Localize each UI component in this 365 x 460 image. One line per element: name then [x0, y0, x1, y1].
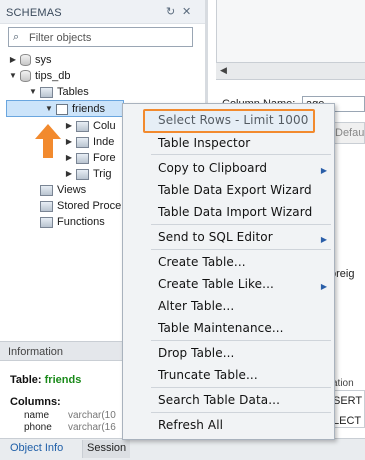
tree-label-sys: sys [35, 54, 52, 66]
menu-item-copy-to-clipboard[interactable]: Copy to Clipboard [158, 161, 267, 175]
table-icon [56, 103, 68, 115]
tab-session[interactable]: Session [82, 440, 131, 458]
menu-separator [151, 224, 331, 225]
menu-item-create-table-like[interactable]: Create Table Like... [158, 277, 274, 291]
schemas-title: SCHEMAS [6, 7, 62, 19]
triggers-folder-icon [76, 168, 89, 180]
grid-row-insert[interactable]: SERT [333, 395, 362, 407]
context-menu: Select Rows - Limit 1000 Table Inspector… [122, 103, 335, 440]
expand-icon[interactable]: ▶ [64, 150, 74, 166]
tree-item-foreign-keys[interactable]: ▶ Fore [64, 150, 116, 166]
info-column-type: varchar(16 [68, 422, 116, 433]
menu-item-table-inspector[interactable]: Table Inspector [158, 136, 250, 150]
select-rows-highlight-box [143, 109, 315, 133]
default-field[interactable]: Defau [330, 122, 365, 144]
indexes-folder-icon [76, 136, 89, 148]
tree-item-sys[interactable]: ▶ sys [8, 52, 52, 68]
tree-label-tips-db: tips_db [35, 70, 71, 82]
info-column-name: phone [24, 422, 52, 433]
functions-folder-icon [40, 216, 53, 228]
database-icon [20, 54, 31, 67]
menu-item-search-table-data[interactable]: Search Table Data... [158, 393, 280, 407]
info-column-type: varchar(10 [68, 410, 116, 421]
expand-icon[interactable]: ▶ [64, 118, 74, 134]
tree-label-triggers: Trig [93, 168, 112, 180]
filter-objects-input[interactable] [29, 30, 189, 45]
info-columns-label: Columns: [10, 396, 61, 408]
refresh-schemas-icon[interactable]: ↻ [166, 5, 175, 18]
collapse-icon[interactable]: ▼ [8, 68, 18, 84]
tree-label-views: Views [57, 184, 87, 196]
orange-up-arrow-icon [35, 124, 61, 158]
menu-item-refresh-all[interactable]: Refresh All [158, 418, 223, 432]
tree-item-tables[interactable]: ▼ Tables [28, 84, 89, 100]
tree-item-friends[interactable]: ▼ friends [44, 101, 105, 117]
database-icon [20, 70, 31, 83]
expand-icon[interactable]: ▶ [64, 166, 74, 182]
menu-separator [151, 387, 331, 388]
menu-separator [151, 249, 331, 250]
menu-item-alter-table[interactable]: Alter Table... [158, 299, 234, 313]
foreign-keys-folder-icon [76, 152, 89, 164]
tree-label-columns: Colu [93, 120, 116, 132]
views-folder-icon [40, 184, 53, 196]
menu-separator [151, 412, 331, 413]
tree-item-indexes[interactable]: ▶ Inde [64, 134, 115, 150]
grid-row-select[interactable]: LECT [333, 415, 361, 427]
tree-item-stored-procedures[interactable]: Stored Proce [38, 198, 121, 214]
schemas-header: SCHEMAS ↻ ✕ [0, 0, 205, 24]
menu-item-drop-table[interactable]: Drop Table... [158, 346, 234, 360]
filter-objects-field[interactable]: ⌕ [8, 27, 193, 47]
submenu-arrow-icon: ▶ [320, 235, 327, 244]
menu-item-import-wizard[interactable]: Table Data Import Wizard [158, 205, 312, 219]
tab-object-info[interactable]: Object Info [10, 442, 63, 454]
submenu-arrow-icon: ▶ [320, 166, 327, 175]
expand-icon[interactable]: ▶ [8, 52, 18, 68]
menu-item-send-to-sql-editor[interactable]: Send to SQL Editor [158, 230, 273, 244]
info-table-line: Table: friends [10, 374, 81, 386]
horizontal-scrollbar[interactable]: ◀ [216, 62, 365, 79]
expand-icon[interactable]: ▶ [64, 134, 74, 150]
tables-folder-icon [40, 86, 53, 98]
menu-separator [151, 154, 331, 155]
tree-item-columns[interactable]: ▶ Colu [64, 118, 116, 134]
info-table-name: friends [44, 374, 82, 386]
info-column-name: name [24, 410, 50, 421]
tree-item-tips-db[interactable]: ▼ tips_db [8, 68, 70, 84]
tree-label-foreign-keys: Fore [93, 152, 116, 164]
procedures-folder-icon [40, 200, 53, 212]
submenu-arrow-icon: ▶ [320, 282, 327, 291]
collapse-panel-icon[interactable]: ✕ [182, 5, 191, 18]
tree-label-indexes: Inde [93, 136, 115, 148]
scroll-left-icon[interactable]: ◀ [220, 65, 227, 76]
tree-label-tables: Tables [57, 86, 89, 98]
menu-item-truncate-table[interactable]: Truncate Table... [158, 368, 258, 382]
information-header: Information [0, 341, 122, 361]
collapse-icon[interactable]: ▼ [44, 101, 54, 117]
tree-item-triggers[interactable]: ▶ Trig [64, 166, 112, 182]
tree-label-functions: Functions [57, 216, 105, 228]
menu-item-create-table[interactable]: Create Table... [158, 255, 246, 269]
menu-item-table-maintenance[interactable]: Table Maintenance... [158, 321, 284, 335]
collapse-icon[interactable]: ▼ [28, 84, 38, 100]
menu-item-export-wizard[interactable]: Table Data Export Wizard [158, 183, 312, 197]
search-icon: ⌕ [13, 31, 20, 43]
action-header: ation [332, 378, 354, 389]
columns-folder-icon [76, 120, 89, 132]
tree-item-views[interactable]: Views [38, 182, 86, 198]
info-table-label: Table: [10, 374, 42, 386]
information-title: Information [8, 346, 64, 358]
bottom-tabs: Object Info Session [0, 438, 365, 460]
tree-item-functions[interactable]: Functions [38, 214, 105, 230]
tree-label-stored-procedures: Stored Proce [57, 200, 122, 212]
menu-separator [151, 340, 331, 341]
tree-label-friends: friends [72, 103, 106, 115]
